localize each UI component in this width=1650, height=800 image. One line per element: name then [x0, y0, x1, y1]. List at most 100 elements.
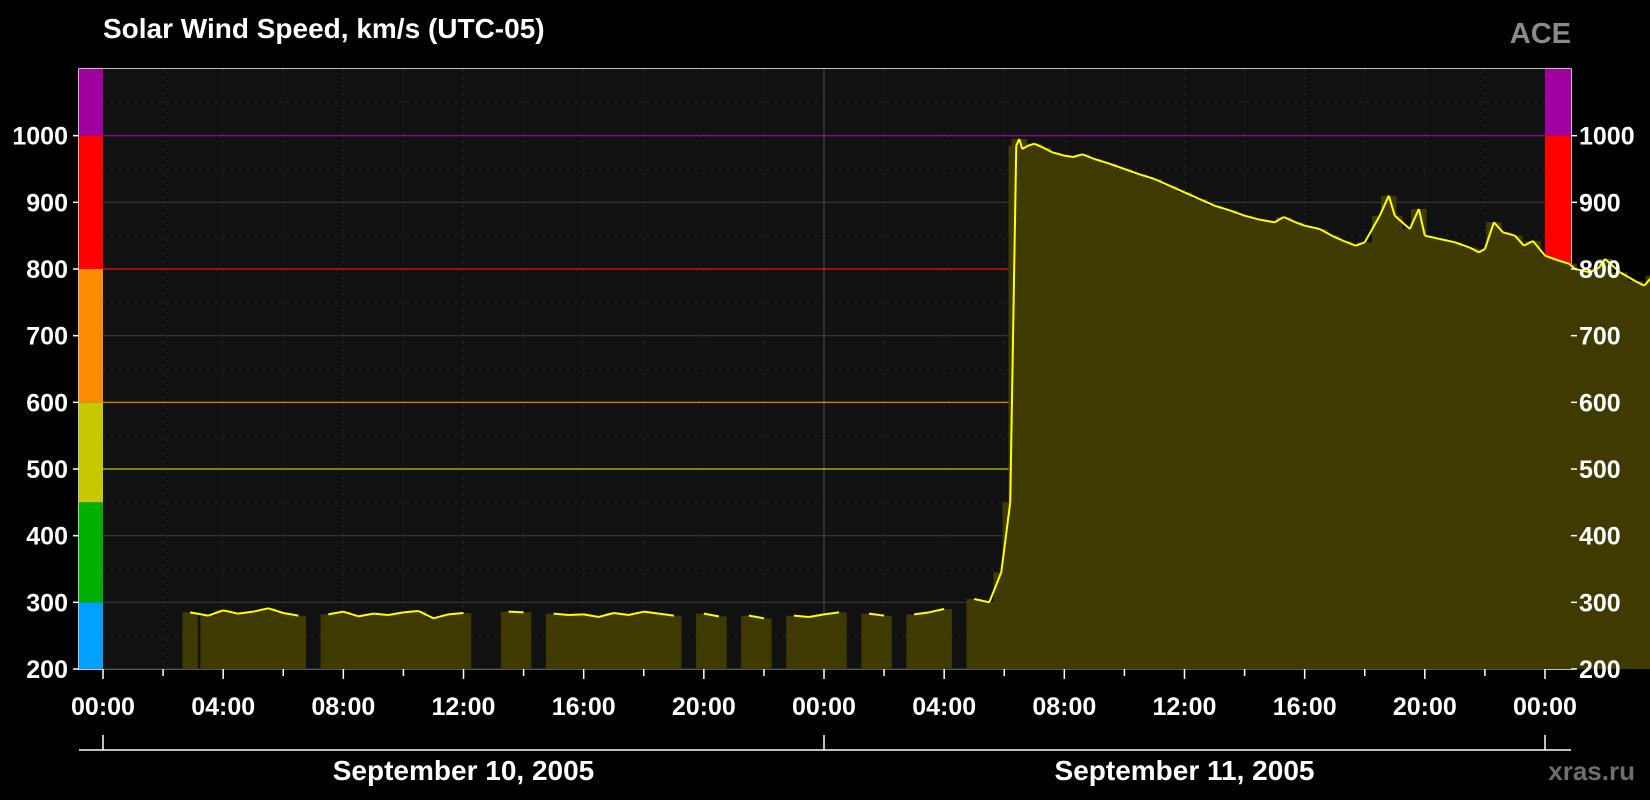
- data-bar: [1161, 185, 1178, 669]
- data-line-segment: [448, 612, 464, 616]
- data-bar: [365, 613, 382, 669]
- data-bar: [182, 612, 198, 669]
- x-tick-label: 00:00: [1513, 693, 1577, 721]
- y-tick-label-right: 600: [1579, 389, 1621, 417]
- data-bar: [440, 614, 457, 669]
- data-bar: [1206, 205, 1223, 669]
- y-tick-label-left: 800: [26, 256, 68, 284]
- data-bar: [906, 614, 922, 669]
- data-bar: [1296, 225, 1313, 669]
- data-line-segment: [1064, 154, 1074, 158]
- data-bar: [1356, 242, 1373, 670]
- data-line-segment: [553, 612, 569, 616]
- data-bar: [455, 613, 472, 669]
- data-bar: [831, 612, 847, 669]
- credit-label: xras.ru: [1548, 756, 1635, 786]
- color-band-left: [79, 69, 103, 136]
- color-band-left: [79, 602, 103, 669]
- data-bar: [1417, 235, 1433, 669]
- data-bar: [1447, 242, 1463, 670]
- data-bar: [1432, 239, 1448, 669]
- y-tick-label-left: 1000: [12, 123, 68, 151]
- data-bar: [635, 611, 652, 669]
- data-bar: [1101, 163, 1118, 669]
- data-bar: [575, 614, 592, 669]
- data-bar: [966, 599, 982, 669]
- data-bar: [410, 611, 427, 669]
- x-tick-label: 00:00: [792, 693, 856, 721]
- data-bar: [696, 613, 712, 669]
- data-bar: [515, 612, 532, 669]
- color-band-left: [79, 502, 103, 603]
- y-axis-left: 200 300 400 500 600 700 800 900 1000: [12, 123, 79, 684]
- data-bar: [1086, 159, 1103, 669]
- data-bar: [620, 615, 637, 669]
- data-bar: [1537, 255, 1553, 669]
- data-bar: [816, 614, 832, 669]
- data-bar: [1387, 215, 1403, 669]
- data-bar: [545, 613, 562, 669]
- data-line-segment: [373, 612, 389, 616]
- y-tick-label-right: 800: [1579, 256, 1621, 284]
- data-bar: [756, 618, 772, 669]
- data-bar: [290, 615, 307, 669]
- data-bar: [590, 617, 607, 669]
- data-bar: [711, 616, 727, 669]
- date-label: September 10, 2005: [333, 755, 595, 786]
- color-band-left: [79, 135, 103, 269]
- y-tick-label-left: 200: [26, 656, 68, 684]
- data-bar: [1131, 174, 1148, 670]
- data-bar: [560, 615, 577, 669]
- color-band-right: [1545, 135, 1571, 269]
- y-tick-label-right: 900: [1579, 189, 1621, 217]
- y-tick-label-left: 600: [26, 389, 68, 417]
- data-bar: [215, 610, 231, 669]
- y-tick-label-left: 900: [26, 189, 68, 217]
- data-bar: [605, 613, 622, 669]
- color-band-right: [1545, 69, 1571, 136]
- x-tick-label: 00:00: [71, 693, 135, 721]
- x-tick-label: 08:00: [1032, 693, 1096, 721]
- y-tick-label-right: 400: [1579, 523, 1621, 551]
- data-bar: [245, 611, 261, 669]
- x-tick-label: 12:00: [1153, 693, 1217, 721]
- y-tick-label-left: 300: [26, 589, 68, 617]
- x-tick-label: 08:00: [311, 693, 375, 721]
- y-tick-label-right: 200: [1579, 656, 1621, 684]
- data-bar: [1176, 192, 1193, 670]
- y-tick-label-right: 700: [1579, 323, 1621, 351]
- data-bar: [335, 611, 352, 669]
- color-band-left: [79, 269, 103, 403]
- data-bar: [786, 615, 802, 669]
- data-bar: [230, 613, 246, 669]
- data-bar: [801, 617, 817, 669]
- date-label: September 11, 2005: [1055, 755, 1315, 786]
- data-bar: [936, 609, 952, 669]
- y-tick-label-right: 1000: [1579, 123, 1635, 151]
- data-bar: [921, 612, 937, 669]
- data-bar: [260, 608, 276, 669]
- chart-title: Solar Wind Speed, km/s (UTC-05): [103, 13, 545, 44]
- data-bar: [1645, 275, 1650, 669]
- x-tick-label: 04:00: [912, 693, 976, 721]
- data-bar: [651, 613, 667, 669]
- x-tick-label: 20:00: [1393, 693, 1457, 721]
- data-bar: [320, 614, 337, 669]
- solar-wind-chart: Solar Wind Speed, km/s (UTC-05) ACE xras…: [12, 13, 1650, 786]
- y-tick-label-left: 700: [26, 323, 68, 351]
- date-axis: September 10, 2005 September 11, 2005: [79, 735, 1571, 786]
- data-bar: [1221, 210, 1238, 670]
- source-label: ACE: [1510, 18, 1571, 50]
- left-color-scale: [79, 69, 103, 669]
- data-bar: [1191, 199, 1208, 669]
- data-bar: [1251, 219, 1268, 669]
- data-bar: [876, 615, 892, 669]
- data-line-segment: [793, 614, 810, 618]
- x-tick-label: 16:00: [552, 693, 616, 721]
- data-bar: [1236, 215, 1253, 669]
- data-bar: [741, 615, 757, 669]
- data-line-segment: [568, 613, 584, 616]
- x-tick-label: 12:00: [432, 693, 496, 721]
- x-tick-label: 20:00: [672, 693, 736, 721]
- data-line-segment: [508, 610, 524, 614]
